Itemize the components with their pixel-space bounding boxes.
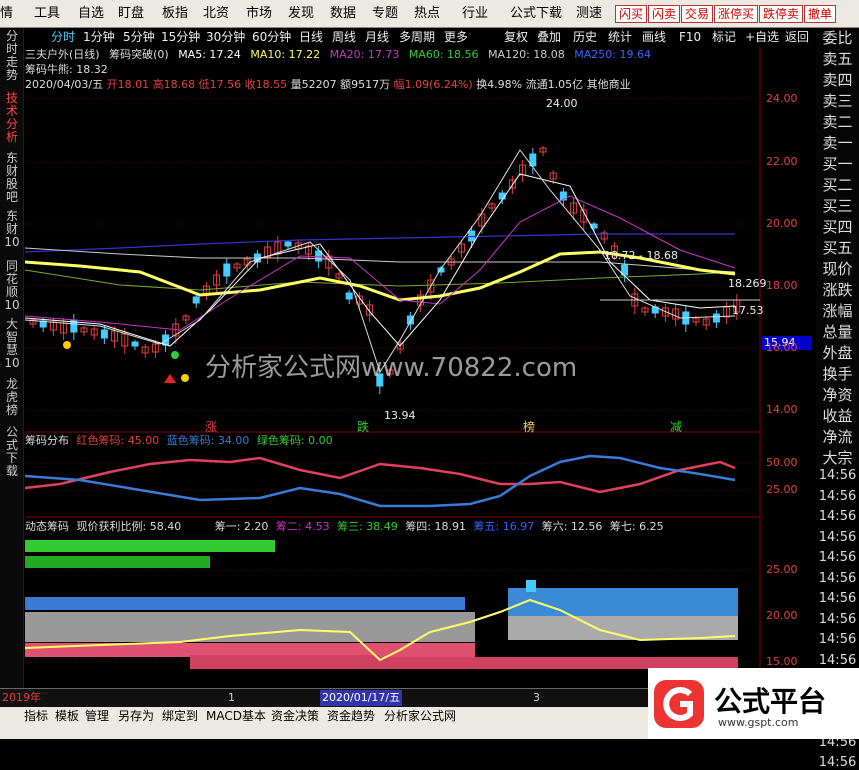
indicator-tab-bar: 指标 模板 管理 另存为 绑定到 MACD基本 资金决策 资金趋势 分析家公式网 [0,707,648,739]
yellow-dot [63,341,71,349]
dyn-chip-header: 动态筹码 现价获利比例: 58.40 筹一: 2.20 筹二: 4.53 筹三:… [25,520,664,533]
logo-text: 公式平台 [714,685,827,718]
quote-row: 卖三 [822,92,853,110]
marker-die: 跌 [357,420,370,434]
quote-row: 委比 [822,29,853,47]
quote-row: 净资 [822,386,853,404]
tab-fund-trend[interactable]: 资金趋势 [327,708,375,724]
quote-row: 卖四 [822,71,853,89]
chip-bar-green [25,540,275,552]
red-up-triangle [164,374,176,383]
ma20-value: MA20: 17.73 [329,48,400,61]
time-row: 14:56 [818,632,857,647]
candle-body [192,296,200,304]
candle-body [284,241,292,247]
ma120-value: MA120: 18.08 [488,48,565,61]
ma5-value: MA5: 17.24 [178,48,241,61]
candle-body [100,329,108,339]
chip-bar-red-lower [190,655,380,669]
quote-row: 买四 [822,218,853,236]
tab-template[interactable]: 模板 [55,708,79,724]
quote-row: 买三 [822,197,853,215]
tab-manage[interactable]: 管理 [85,708,109,724]
chip-dist-header: 筹码分布 红色筹码: 45.00 蓝色筹码: 34.00 绿色筹码: 0.00 [25,434,333,447]
tab-bind[interactable]: 绑定到 [162,708,198,724]
quote-row: 净流 [822,428,853,446]
yellow-dot [181,374,189,382]
tab-fund-decision[interactable]: 资金决策 [271,708,319,724]
quote-row: 外盘 [822,344,853,362]
candle-body [131,341,139,347]
stock-name: 三夫户外(日线) [25,48,100,61]
quote-row: 现价 [822,260,853,278]
marker-zhang: 涨 [205,420,218,434]
quote-row: 买二 [822,176,853,194]
price-axis: 24.00 22.00 20.00 18.00 16.00 14.00 50.0… [766,92,798,668]
date-bar: 2019年 1 2020/01/17/五 3 [0,688,648,707]
ma10-value: MA10: 17.22 [250,48,321,61]
quote-row: 大宗 [822,449,853,467]
tab-macd[interactable]: MACD基本 [206,708,266,724]
ma20-line [24,195,736,331]
marker-bang: 榜 [523,420,536,434]
ma60-value: MA60: 18.56 [408,48,479,61]
time-row: 14:56 [818,652,857,668]
time-row: 14:56 [818,468,857,483]
chip-bar-blue [25,597,465,610]
quote-row: 涨幅 [822,302,853,320]
green-dot [171,351,179,359]
high-label: 24.00 [546,97,578,110]
quote-row: 涨跌 [822,281,853,299]
time-row: 14:56 [818,529,857,545]
quote-row: 买五 [822,239,853,257]
quote-row: 卖一 [822,134,853,152]
logo-url: www.gspt.com [718,716,799,729]
tab-indicator[interactable]: 指标 [24,708,48,724]
chip-bar-white [25,612,475,642]
time-row: 14:56 [818,591,857,606]
time-row: 14:56 [818,488,857,504]
candle-body [223,263,231,277]
time-row: 14:56 [818,550,857,565]
ma250-value: MA250: 19.64 [574,48,651,61]
quote-row: 收益 [822,407,853,425]
marker-jian: 减 [670,420,683,434]
time-row: 14:56 [818,755,857,770]
indicator-name[interactable]: 筹码突破(0) [109,48,169,61]
chip-line-value: 筹码牛熊: 18.32 [25,63,108,76]
chip-bar-green [25,556,210,568]
ma-legend: 三夫户外(日线) 筹码突破(0) MA5: 17.24 MA10: 17.22 … [25,48,651,62]
quote-row: 总量 [822,323,853,341]
time-row: 14:56 [818,611,857,627]
r2-label: 17.53 [732,304,764,317]
tab-save-as[interactable]: 另存为 [118,708,154,724]
candle-body [345,292,353,300]
mid-label: 18.72 - 18.68 [604,249,678,262]
time-row: 14:56 [818,509,857,524]
quote-panel: 委比卖五卖四卖三卖二卖一买一买二买三买四买五现价涨跌涨幅总量外盘换手净资收益净流… [816,28,859,468]
quote-row: 卖二 [822,113,853,131]
chip-bar-top [526,580,536,592]
candle-body [712,313,720,323]
low-label: 13.94 [384,409,416,422]
watermark: 分析家公式网www.70822.com [205,353,578,383]
quote-row: 买一 [822,155,853,173]
cursor-date: 2020/01/17/五 [320,690,403,706]
gspt-logo: 公式平台 www.gspt.com [648,668,859,739]
quote-row: 换手 [822,365,853,383]
ohlc-line: 2020/04/03/五 开18.01 高18.68 低17.56 收18.55… [25,78,631,91]
quote-row: 卖五 [822,50,853,68]
time-row: 14:56 [818,570,857,586]
tab-fxj-formula[interactable]: 分析家公式网 [384,708,456,724]
